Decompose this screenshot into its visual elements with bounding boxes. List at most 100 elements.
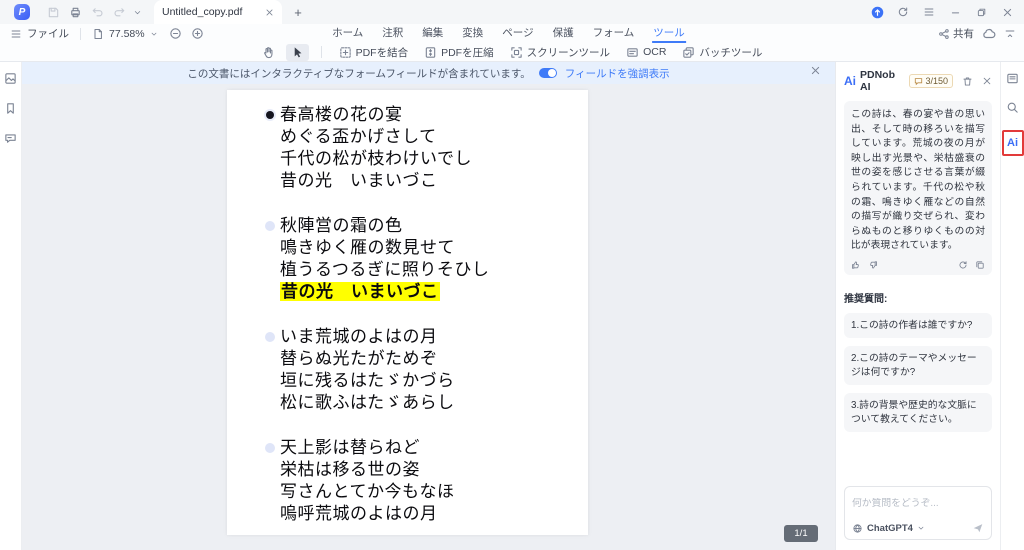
model-dropdown-icon[interactable]: [917, 524, 925, 532]
left-sidebar: [0, 62, 22, 550]
compress-pdf-button[interactable]: PDFを圧縮: [419, 43, 499, 62]
tools-toolbar: PDFを結合 PDFを圧縮 スクリーンツール OCR バッチツール: [0, 43, 1024, 62]
batch-tool-button[interactable]: バッチツール: [677, 43, 767, 62]
pdnob-ai-logo-icon: Ai: [844, 74, 856, 88]
thumbnails-panel-icon[interactable]: [4, 72, 17, 85]
zoom-dropdown-icon[interactable]: [150, 30, 158, 38]
radio-field[interactable]: [265, 221, 275, 231]
ai-question-input[interactable]: [852, 498, 984, 509]
ribbon-tabs: ホーム 注釈 編集 変換 ページ 保護 フォーム ツール: [331, 24, 686, 43]
radio-field-selected[interactable]: [266, 111, 274, 119]
ocr-icon: [627, 47, 638, 57]
poem-line: 昔の光 いまいづこ: [280, 171, 438, 190]
sync-icon[interactable]: [892, 3, 914, 21]
regenerate-icon[interactable]: [958, 260, 968, 270]
screen-tool-icon: [510, 46, 522, 58]
history-dropdown-icon[interactable]: [130, 3, 144, 21]
batch-tool-icon: [683, 46, 695, 58]
search-icon[interactable]: [1006, 101, 1019, 114]
document-tab[interactable]: Untitled_copy.pdf: [154, 0, 282, 24]
annotations-list-icon[interactable]: [1006, 72, 1019, 85]
tab-annotate[interactable]: 注釈: [381, 24, 404, 43]
right-sidebar: Ai: [1000, 62, 1024, 550]
new-tab-button[interactable]: +: [288, 2, 308, 22]
ai-response-text: この詩は、春の宴や昔の思い出、そして時の移ろいを描写しています。荒城の夜の月が映…: [851, 109, 985, 252]
ai-assistant-button[interactable]: Ai: [1001, 130, 1024, 156]
suggested-questions-label: 推奨質問:: [844, 293, 888, 305]
compress-pdf-label: PDFを圧縮: [441, 46, 494, 59]
poem-line: いま荒城のよはの月: [280, 327, 438, 346]
send-icon[interactable]: [972, 522, 984, 534]
suggested-question-1[interactable]: 1.この詩の作者は誰ですか?: [844, 312, 992, 339]
ocr-button[interactable]: OCR: [621, 44, 671, 61]
radio-field[interactable]: [265, 443, 275, 453]
chat-count-icon: [915, 77, 923, 85]
ai-panel-close-icon[interactable]: [982, 76, 992, 86]
poem-line: 植うるつるぎに照りそひし: [280, 260, 490, 279]
file-menu-label[interactable]: ファイル: [27, 26, 69, 41]
thumbs-up-icon[interactable]: [851, 260, 861, 270]
tab-close-icon[interactable]: [265, 8, 274, 17]
highlight-fields-toggle[interactable]: [538, 68, 557, 78]
poem-line: 嗚呼荒城のよはの月: [280, 504, 438, 523]
zoom-level-value[interactable]: 77.58%: [109, 28, 145, 40]
ai-response-card: この詩は、春の宴や昔の思い出、そして時の移ろいを描写しています。荒城の夜の月が映…: [844, 101, 992, 275]
tab-form[interactable]: フォーム: [592, 24, 636, 43]
merge-pdf-icon: [339, 46, 351, 58]
zoom-in-icon[interactable]: [191, 27, 204, 40]
select-tool-button[interactable]: [285, 43, 309, 61]
tab-convert[interactable]: 変換: [461, 24, 484, 43]
main-area: この文書にはインタラクティブなフォームフィールドが含まれています。 フィールドを…: [0, 62, 1024, 550]
notice-close-icon[interactable]: [810, 65, 821, 76]
redo-icon[interactable]: [108, 3, 130, 21]
hand-tool-button[interactable]: [257, 44, 280, 61]
minimize-icon[interactable]: [944, 3, 966, 21]
main-menu-icon[interactable]: [918, 3, 940, 21]
ai-usage-badge: 3/150: [909, 74, 953, 88]
highlight-fields-label[interactable]: フィールドを強調表示: [565, 66, 670, 81]
tab-protect[interactable]: 保護: [552, 24, 575, 43]
tab-home[interactable]: ホーム: [331, 24, 364, 43]
thumbs-down-icon[interactable]: [868, 260, 878, 270]
poem-line: 天上影は替らねど: [280, 438, 420, 457]
poem-stanza-4: 天上影は替らねど 栄枯は移る世の姿 写さんとてか今もなほ 嗚呼荒城のよはの月: [265, 437, 588, 525]
form-field-notice-bar: この文書にはインタラクティブなフォームフィールドが含まれています。 フィールドを…: [22, 62, 835, 84]
radio-field[interactable]: [265, 332, 275, 342]
suggested-question-3[interactable]: 3.詩の背景や歴史的な文脈について教えてください。: [844, 393, 992, 433]
tab-page[interactable]: ページ: [501, 24, 534, 43]
poem-line: 栄枯は移る世の姿: [280, 460, 420, 479]
compress-pdf-icon: [425, 46, 436, 58]
page-view-icon[interactable]: [92, 28, 104, 40]
save-icon[interactable]: [42, 3, 64, 21]
print-icon[interactable]: [64, 3, 86, 21]
bookmarks-panel-icon[interactable]: [4, 102, 17, 115]
merge-pdf-button[interactable]: PDFを結合: [334, 43, 414, 62]
copy-icon[interactable]: [975, 260, 985, 270]
upgrade-badge-icon[interactable]: [866, 3, 888, 21]
pdnob-ai-panel: Ai PDNob AI 3/150 この詩は、春の宴や昔の思い出、そして時の移ろ…: [835, 62, 1000, 550]
screen-tool-label: スクリーンツール: [526, 46, 611, 59]
app-logo-icon: P: [14, 4, 30, 20]
zoom-out-icon[interactable]: [169, 27, 182, 40]
tab-tools[interactable]: ツール: [652, 24, 686, 43]
merge-pdf-label: PDFを結合: [355, 46, 409, 59]
file-menu-icon: [11, 29, 21, 38]
suggested-question-2[interactable]: 2.この詩のテーマやメッセージは何ですか?: [844, 346, 992, 386]
form-field-notice-text: この文書にはインタラクティブなフォームフィールドが含まれています。: [187, 67, 531, 80]
poem-line: 秋陣営の霜の色: [280, 216, 403, 235]
undo-icon[interactable]: [86, 3, 108, 21]
screen-tool-button[interactable]: スクリーンツール: [505, 43, 615, 62]
document-tab-title: Untitled_copy.pdf: [162, 6, 243, 18]
poem-stanza-2: 秋陣営の霜の色 鳴きゆく雁の数見せて 植うるつるぎに照りそひし 昔の光 いまいづ…: [265, 215, 588, 303]
tab-edit[interactable]: 編集: [421, 24, 444, 43]
restore-icon[interactable]: [970, 3, 992, 21]
model-selector[interactable]: ChatGPT4: [867, 523, 913, 534]
comments-panel-icon[interactable]: [4, 132, 17, 145]
share-button[interactable]: 共有: [938, 26, 974, 41]
clear-chat-icon[interactable]: [962, 76, 973, 87]
collapse-toolbar-icon[interactable]: [1004, 28, 1016, 40]
page-indicator[interactable]: 1/1: [784, 525, 818, 542]
close-window-icon[interactable]: [996, 3, 1018, 21]
pdf-page[interactable]: 春高楼の花の宴 めぐる盃かげさして 千代の松が枝わけいでし 昔の光 いまいづこ …: [227, 90, 588, 535]
cloud-icon[interactable]: [982, 27, 996, 41]
